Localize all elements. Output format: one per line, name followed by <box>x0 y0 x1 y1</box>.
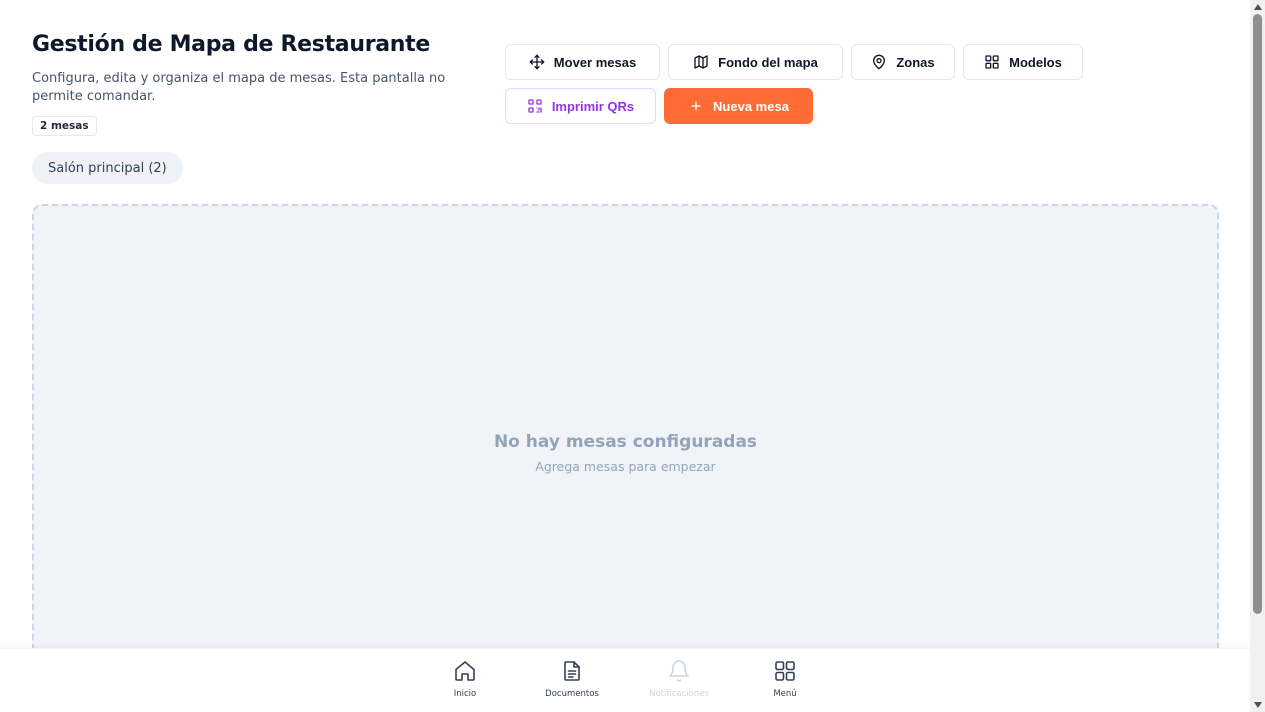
location-pin-icon <box>873 54 886 70</box>
models-label: Modelos <box>1009 54 1062 70</box>
vertical-scrollbar[interactable] <box>1250 0 1265 712</box>
bell-icon <box>669 660 689 682</box>
page-subtitle: Configura, edita y organiza el mapa de m… <box>32 71 446 104</box>
table-count-badge: 2 mesas <box>32 116 97 136</box>
nav-label: Inicio <box>453 689 477 699</box>
scroll-up-arrow[interactable] <box>1250 0 1265 14</box>
empty-state-title: No hay mesas configuradas <box>493 432 758 452</box>
nav-label: Notificaciones <box>649 689 709 699</box>
grid-icon <box>985 55 999 69</box>
bottom-navigation: Inicio Documentos Notificaciones Menú <box>0 648 1250 712</box>
new-table-label: Nueva mesa <box>713 98 789 114</box>
document-icon <box>564 661 580 681</box>
plus-icon <box>691 101 701 111</box>
nav-item-menu[interactable]: Menú <box>740 659 830 699</box>
nav-label: Menú <box>773 689 797 699</box>
zones-label: Zonas <box>896 54 935 70</box>
nav-item-notificaciones[interactable]: Notificaciones <box>634 659 724 699</box>
zones-button[interactable]: Zonas <box>851 44 955 80</box>
qr-code-icon <box>528 99 542 113</box>
scrollbar-thumb[interactable] <box>1253 14 1262 614</box>
map-management-page: Gestión de Mapa de Restaurante Configura… <box>0 0 1250 712</box>
map-background-label: Fondo del mapa <box>718 54 818 70</box>
nav-item-documentos[interactable]: Documentos <box>527 659 617 699</box>
map-icon <box>694 55 708 69</box>
nav-item-inicio[interactable]: Inicio <box>420 659 510 699</box>
print-qrs-button[interactable]: Imprimir QRs <box>505 88 656 124</box>
nav-label: Documentos <box>545 689 599 699</box>
page-title: Gestión de Mapa de Restaurante <box>32 32 430 57</box>
models-button[interactable]: Modelos <box>963 44 1083 80</box>
home-icon <box>455 661 475 681</box>
zone-tab-salon-principal[interactable]: Salón principal (2) <box>32 152 183 184</box>
move-tables-label: Mover mesas <box>553 54 637 70</box>
restaurant-map-canvas[interactable]: No hay mesas configuradas Agrega mesas p… <box>32 204 1219 674</box>
map-background-button[interactable]: Fondo del mapa <box>668 44 843 80</box>
empty-state-subtitle: Agrega mesas para empezar <box>535 459 716 474</box>
new-table-button[interactable]: Nueva mesa <box>664 88 813 124</box>
grid-icon <box>775 661 795 681</box>
move-icon <box>529 54 545 70</box>
print-qrs-label: Imprimir QRs <box>551 98 635 114</box>
move-tables-button[interactable]: Mover mesas <box>505 44 660 80</box>
scroll-down-arrow[interactable] <box>1250 698 1265 712</box>
